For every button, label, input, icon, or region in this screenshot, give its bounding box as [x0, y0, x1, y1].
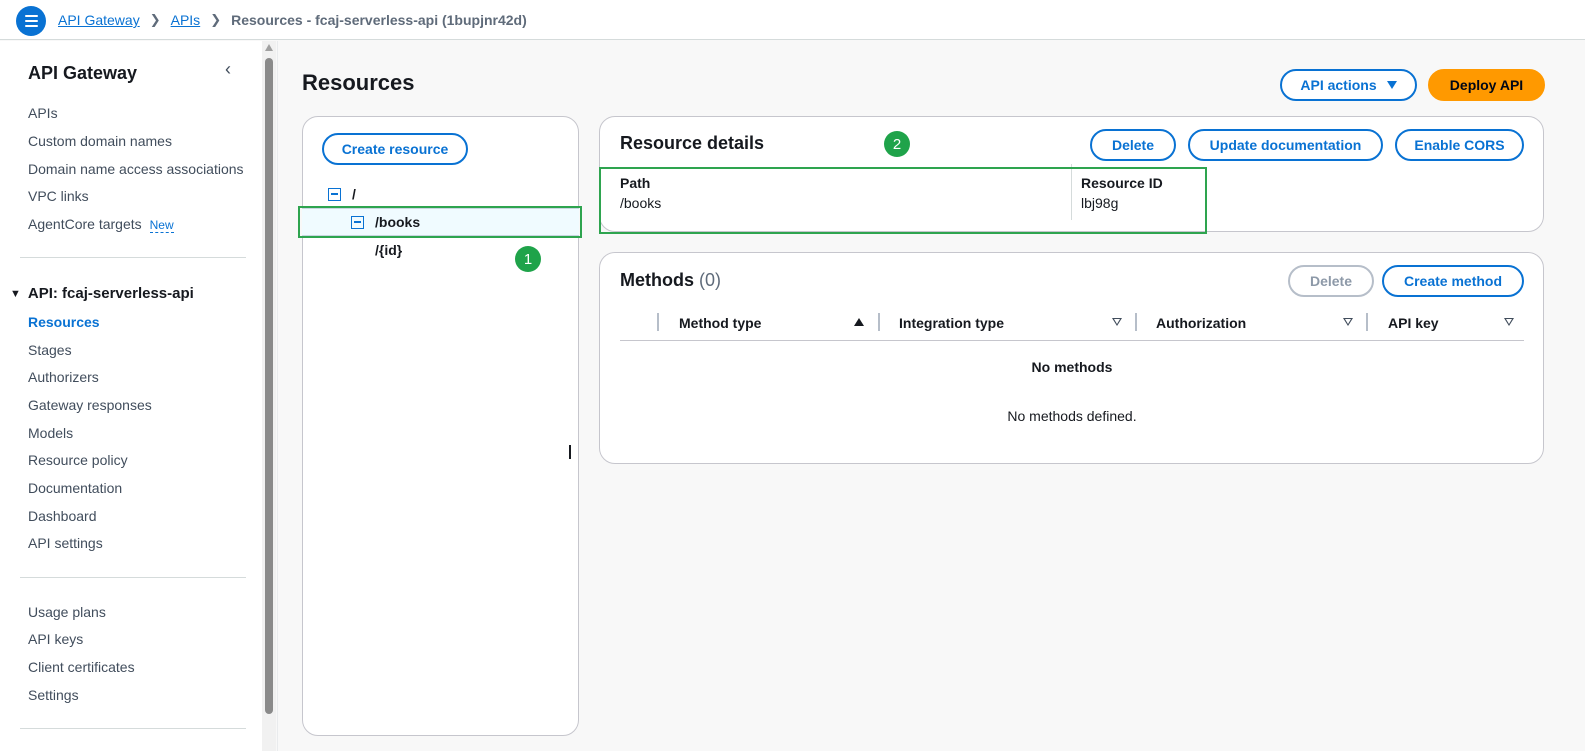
divider — [277, 41, 278, 751]
tree-node-id[interactable]: /{id} — [375, 242, 402, 258]
sidebar-item-models[interactable]: Models — [28, 425, 73, 441]
update-documentation-button[interactable]: Update documentation — [1188, 129, 1383, 161]
sidebar-item-apis[interactable]: APIs — [28, 105, 58, 121]
sort-ascending-icon[interactable] — [854, 318, 864, 326]
sidebar-item-resources[interactable]: Resources — [28, 314, 100, 330]
sidebar-item-gateway-responses[interactable]: Gateway responses — [28, 397, 152, 413]
chevron-right-icon: ❯ — [210, 12, 222, 27]
sort-icon[interactable] — [1343, 318, 1353, 326]
breadcrumb-api-gateway[interactable]: API Gateway — [58, 12, 140, 28]
sidebar-item-dashboard[interactable]: Dashboard — [28, 508, 97, 524]
scrollbar-thumb[interactable] — [265, 58, 273, 714]
top-bar: API Gateway ❯ APIs ❯ Resources - fcaj-se… — [0, 0, 1585, 40]
sort-icon[interactable] — [1504, 318, 1514, 326]
create-method-button[interactable]: Create method — [1382, 265, 1524, 297]
sidebar-item-agentcore-targets[interactable]: AgentCore targets New — [28, 216, 174, 233]
collapse-icon[interactable] — [328, 187, 341, 201]
breadcrumb: API Gateway ❯ APIs ❯ Resources - fcaj-se… — [58, 12, 527, 28]
deploy-api-button[interactable]: Deploy API — [1428, 69, 1545, 101]
breadcrumb-current: Resources - fcaj-serverless-api (1bupjnr… — [231, 12, 527, 28]
annotation-box-2 — [599, 167, 1207, 234]
column-header-integration-type[interactable]: Integration type — [899, 315, 1004, 331]
chevron-right-icon: ❯ — [149, 12, 161, 27]
annotation-box-1 — [298, 206, 582, 238]
column-separator[interactable] — [1135, 313, 1137, 331]
page-title: Resources — [302, 70, 415, 95]
caret-down-icon: ▼ — [10, 287, 21, 300]
sidebar-item-documentation[interactable]: Documentation — [28, 480, 122, 496]
column-header-api-key[interactable]: API key — [1388, 315, 1439, 331]
sidebar: API Gateway ‹ APIs Custom domain names D… — [0, 41, 262, 751]
sidebar-item-custom-domain-names[interactable]: Custom domain names — [28, 133, 172, 149]
api-actions-label: API actions — [1300, 77, 1377, 93]
collapse-sidebar-icon[interactable]: ‹ — [225, 59, 231, 80]
sidebar-item-settings[interactable]: Settings — [28, 687, 79, 703]
enable-cors-button[interactable]: Enable CORS — [1395, 129, 1524, 161]
tree-node-label: /{id} — [375, 242, 403, 258]
sort-icon[interactable] — [1112, 318, 1122, 326]
sidebar-item-label: AgentCore targets — [28, 216, 142, 232]
divider — [20, 257, 246, 258]
methods-count: (0) — [699, 270, 722, 290]
tree-node-root[interactable]: / — [328, 186, 356, 202]
sidebar-item-resource-policy[interactable]: Resource policy — [28, 452, 128, 468]
new-badge[interactable]: New — [149, 218, 174, 233]
column-header-method-type[interactable]: Method type — [679, 315, 761, 331]
text-cursor-icon — [569, 445, 571, 459]
create-resource-button[interactable]: Create resource — [322, 133, 468, 165]
breadcrumb-apis[interactable]: APIs — [171, 12, 201, 28]
sidebar-title: API Gateway — [28, 63, 138, 83]
column-header-authorization[interactable]: Authorization — [1156, 315, 1246, 331]
divider — [20, 577, 246, 578]
empty-state-description: No methods defined. — [1007, 408, 1137, 424]
column-separator[interactable] — [1366, 313, 1368, 331]
sidebar-item-stages[interactable]: Stages — [28, 342, 72, 358]
sidebar-section-label: API: fcaj-serverless-api — [27, 285, 194, 302]
methods-title: Methods (0) — [620, 270, 721, 291]
menu-icon[interactable] — [16, 6, 46, 36]
sidebar-item-domain-name-access[interactable]: Domain name access associations — [28, 161, 244, 177]
tree-node-label: / — [352, 186, 356, 202]
divider — [20, 728, 246, 729]
sidebar-item-api-settings[interactable]: API settings — [28, 535, 103, 551]
column-separator — [657, 313, 659, 331]
sidebar-item-api-keys[interactable]: API keys — [28, 631, 83, 647]
sidebar-item-usage-plans[interactable]: Usage plans — [28, 604, 106, 620]
column-separator[interactable] — [878, 313, 880, 331]
sidebar-section-api[interactable]: ▼ API: fcaj-serverless-api — [10, 285, 194, 302]
empty-state-title: No methods — [1031, 359, 1113, 375]
resource-details-title: Resource details — [620, 133, 765, 153]
sidebar-item-authorizers[interactable]: Authorizers — [28, 369, 99, 385]
scroll-up-arrow-icon[interactable] — [265, 44, 273, 51]
sidebar-item-vpc-links[interactable]: VPC links — [28, 188, 89, 204]
sidebar-item-client-certificates[interactable]: Client certificates — [28, 659, 135, 675]
table-header-divider — [620, 340, 1524, 341]
delete-method-button[interactable]: Delete — [1288, 265, 1374, 297]
caret-down-icon — [1386, 81, 1397, 89]
api-actions-button[interactable]: API actions — [1280, 69, 1417, 101]
delete-resource-button[interactable]: Delete — [1090, 129, 1176, 161]
methods-title-text: Methods — [620, 270, 694, 290]
annotation-marker-1: 1 — [515, 246, 541, 272]
annotation-marker-2: 2 — [884, 131, 910, 157]
